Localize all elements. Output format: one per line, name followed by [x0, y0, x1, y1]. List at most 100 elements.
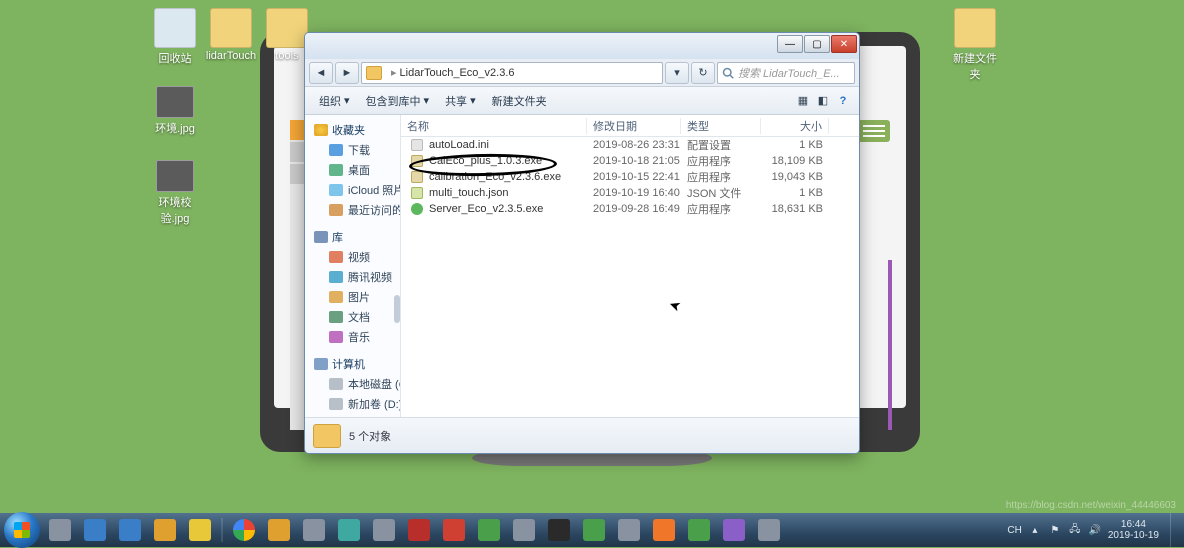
sidebar-item-tencent[interactable]: 腾讯视频	[311, 267, 400, 287]
file-row[interactable]: Server_Eco_v2.3.5.exe 2019-09-28 16:49 应…	[401, 201, 859, 217]
sidebar-item-music[interactable]: 音乐	[311, 327, 400, 347]
taskbar-item[interactable]	[402, 516, 436, 544]
video-icon	[329, 251, 343, 263]
search-input[interactable]: 搜索 LidarTouch_E...	[717, 62, 855, 84]
taskbar-item[interactable]	[472, 516, 506, 544]
desktop-icon-newfolder[interactable]: 新建文件夹	[948, 8, 1002, 82]
taskbar-item[interactable]	[43, 516, 77, 544]
tray-volume-icon[interactable]: 🔊	[1088, 523, 1102, 537]
close-button[interactable]: ✕	[831, 35, 857, 53]
tray-chevron-icon[interactable]: ▴	[1028, 523, 1042, 537]
sidebar-favorites-head[interactable]: 收藏夹	[311, 119, 400, 140]
nav-forward-button[interactable]: ►	[335, 62, 359, 84]
taskbar-item[interactable]	[437, 516, 471, 544]
taskbar-item[interactable]	[647, 516, 681, 544]
toolbar-include[interactable]: 包含到库中 ▾	[358, 90, 438, 112]
taskbar-item[interactable]	[262, 516, 296, 544]
nav-back-button[interactable]: ◄	[309, 62, 333, 84]
taskbar-item[interactable]	[332, 516, 366, 544]
tray-network-icon[interactable]: 🖧	[1068, 523, 1082, 537]
taskbar-item[interactable]	[227, 516, 261, 544]
col-type[interactable]: 类型	[681, 118, 761, 134]
file-date: 2019-08-26 23:31	[587, 139, 681, 151]
desktop-icon-env-jpg[interactable]: 环境.jpg	[148, 86, 202, 136]
view-button[interactable]: ▦	[793, 91, 813, 111]
file-row[interactable]: multi_touch.json 2019-10-19 16:40 JSON 文…	[401, 185, 859, 201]
taskbar-item[interactable]	[148, 516, 182, 544]
file-size: 19,043 KB	[761, 171, 829, 183]
taskbar-item[interactable]	[297, 516, 331, 544]
toolbar-organize[interactable]: 组织 ▾	[311, 90, 358, 112]
taskbar-item[interactable]	[717, 516, 751, 544]
taskbar-item[interactable]	[183, 516, 217, 544]
file-size: 1 KB	[761, 187, 829, 199]
sidebar-computer-head[interactable]: 计算机	[311, 353, 400, 374]
start-button[interactable]	[4, 512, 40, 548]
file-type: 应用程序	[681, 201, 761, 217]
tray-ime[interactable]: CH	[1007, 525, 1021, 536]
minimize-button[interactable]: —	[777, 35, 803, 53]
breadcrumb[interactable]: ▸ LidarTouch_Eco_v2.3.6	[361, 62, 663, 84]
sidebar-item-disk-d[interactable]: 新加卷 (D:)	[311, 394, 400, 414]
sidebar-item-disk-e[interactable]: 新加卷 (E:)	[311, 414, 400, 417]
taskbar-item[interactable]	[752, 516, 786, 544]
help-button[interactable]: ?	[833, 91, 853, 111]
col-date[interactable]: 修改日期	[587, 118, 681, 134]
file-type: 应用程序	[681, 169, 761, 185]
desktop-icon-envcheck-jpg[interactable]: 环境校验.jpg	[148, 160, 202, 226]
path-dropdown-button[interactable]: ▾	[665, 62, 689, 84]
taskbar-item[interactable]	[78, 516, 112, 544]
file-icon	[411, 171, 423, 183]
refresh-button[interactable]: ↻	[691, 62, 715, 84]
taskbar-item[interactable]	[612, 516, 646, 544]
folder-icon	[313, 424, 341, 448]
col-size[interactable]: 大小	[761, 118, 829, 134]
file-icon	[411, 187, 423, 199]
maximize-button[interactable]: ▢	[804, 35, 830, 53]
taskbar-item[interactable]	[507, 516, 541, 544]
titlebar[interactable]: — ▢ ✕	[305, 33, 859, 59]
computer-icon	[314, 358, 328, 370]
sidebar-scrollbar[interactable]	[394, 295, 400, 323]
sidebar-item-videos[interactable]: 视频	[311, 247, 400, 267]
address-bar: ◄ ► ▸ LidarTouch_Eco_v2.3.6 ▾ ↻ 搜索 Lidar…	[305, 59, 859, 87]
library-icon	[314, 231, 328, 243]
taskbar-item[interactable]	[542, 516, 576, 544]
file-row[interactable]: CalEco_plus_1.0.3.exe 2019-10-18 21:05 应…	[401, 153, 859, 169]
documents-icon	[329, 311, 343, 323]
show-desktop-button[interactable]	[1170, 513, 1180, 547]
preview-pane-button[interactable]: ◧	[813, 91, 833, 111]
file-type: 配置设置	[681, 137, 761, 153]
file-name: CalEco_plus_1.0.3.exe	[429, 155, 542, 167]
sidebar-item-disk-c[interactable]: 本地磁盘 (C:)	[311, 374, 400, 394]
file-date: 2019-09-28 16:49	[587, 203, 681, 215]
toolbar-newfolder[interactable]: 新建文件夹	[484, 90, 555, 112]
taskbar-item[interactable]	[367, 516, 401, 544]
tray-clock[interactable]: 16:442019-10-19	[1108, 519, 1159, 541]
file-type: 应用程序	[681, 153, 761, 169]
sidebar-item-documents[interactable]: 文档	[311, 307, 400, 327]
file-row[interactable]: calibration_Eco_v2.3.6.exe 2019-10-15 22…	[401, 169, 859, 185]
desktop-icon-lidartouch[interactable]: lidarTouch	[204, 8, 258, 62]
desktop-icon-recycle[interactable]: 回收站	[148, 8, 202, 66]
taskbar-item[interactable]	[682, 516, 716, 544]
sidebar-item-icloud[interactable]: iCloud 照片	[311, 180, 400, 200]
sidebar-library-head[interactable]: 库	[311, 226, 400, 247]
sidebar-item-recent[interactable]: 最近访问的位置	[311, 200, 400, 220]
monitor-right-bar	[858, 120, 890, 430]
toolbar-share[interactable]: 共享 ▾	[437, 90, 484, 112]
tray-flag-icon[interactable]: ⚑	[1048, 523, 1062, 537]
file-row[interactable]: autoLoad.ini 2019-08-26 23:31 配置设置 1 KB	[401, 137, 859, 153]
cloud-icon	[329, 184, 343, 196]
file-icon	[411, 203, 423, 215]
taskbar-item[interactable]	[113, 516, 147, 544]
sidebar-item-pictures[interactable]: 图片	[311, 287, 400, 307]
download-icon	[329, 144, 343, 156]
col-name[interactable]: 名称	[401, 118, 587, 134]
search-icon	[722, 67, 734, 79]
file-name: multi_touch.json	[429, 187, 509, 199]
taskbar-item[interactable]	[577, 516, 611, 544]
sidebar-item-downloads[interactable]: 下载	[311, 140, 400, 160]
breadcrumb-folder[interactable]: LidarTouch_Eco_v2.3.6	[400, 67, 515, 79]
sidebar-item-desktop[interactable]: 桌面	[311, 160, 400, 180]
